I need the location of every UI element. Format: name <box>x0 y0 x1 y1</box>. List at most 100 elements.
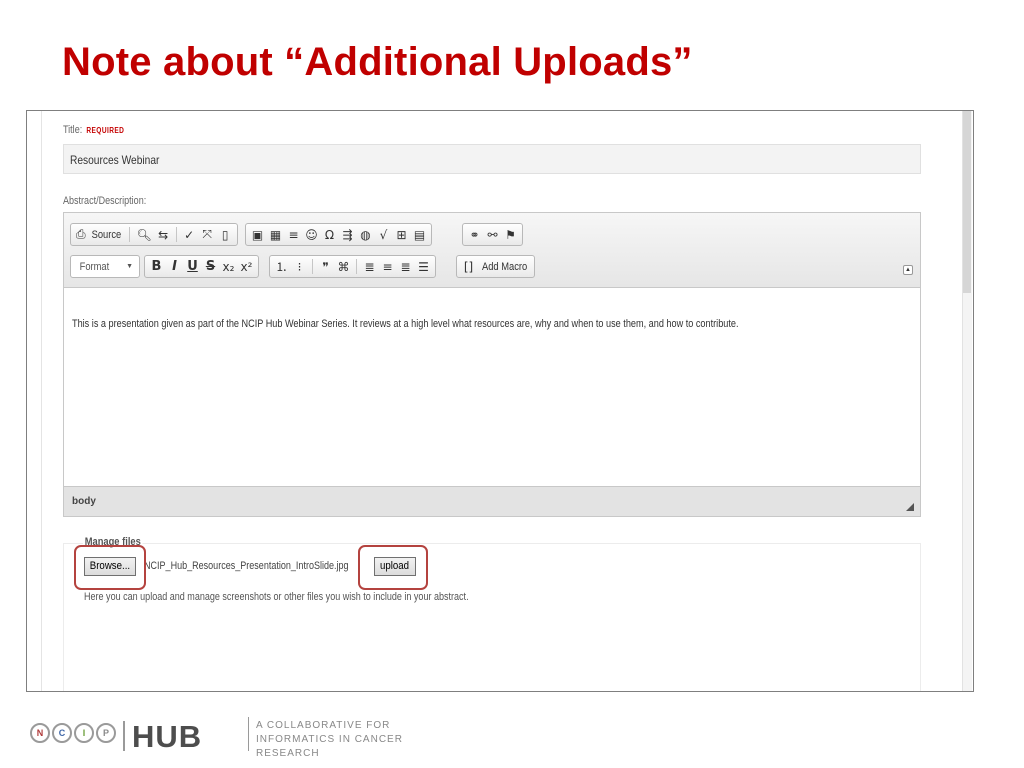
blockquote-list-button[interactable]: ⇶ <box>339 224 356 245</box>
special-char-button[interactable]: Ω <box>321 224 338 245</box>
editor-toolbar: ⎙ Source 🔍︎ ⇆ ✓ ⤧ ▯ ▣ ▦ ≡ ☺ Ω ⇶ ◍ √ ⊞ ▤ ⚭ ⚯ ⚑ Format ▼ BI… <box>64 213 920 288</box>
smiley-button[interactable]: ☺ <box>303 224 320 245</box>
browse-button-label: Browse... <box>89 560 131 572</box>
collapse-toolbar-button[interactable]: ▲ <box>903 265 913 275</box>
editor-content-area[interactable]: This is a presentation given as part of … <box>64 289 920 486</box>
align-center-button[interactable]: ≡ <box>379 256 396 277</box>
search-icon: 🔍︎ <box>136 227 152 242</box>
globe-button[interactable]: ◍ <box>357 224 374 245</box>
sqrt-icon: √ <box>379 227 388 242</box>
horizontal-rule-icon: ≡ <box>288 227 299 242</box>
bullet-list-button[interactable]: ⁝ <box>291 256 308 277</box>
numbered-list-button[interactable]: ⒈ <box>273 256 290 277</box>
slide-title: Note about “Additional Uploads” <box>62 40 693 84</box>
rich-text-editor[interactable]: ⎙ Source 🔍︎ ⇆ ✓ ⤧ ▯ ▣ ▦ ≡ ☺ Ω ⇶ ◍ √ ⊞ ▤ ⚭ ⚯ ⚑ Format ▼ BI… <box>63 212 921 517</box>
anchor-button[interactable]: ⚑ <box>502 224 519 245</box>
justify-button[interactable]: ☰ <box>415 256 432 277</box>
quote-button[interactable]: ❞ <box>317 256 334 277</box>
toolbar-separator <box>175 227 177 242</box>
ncip-letter-p: P <box>96 723 116 743</box>
toolbar-separator <box>129 227 131 242</box>
replace-button[interactable]: ⇆ <box>155 224 172 245</box>
strikethrough-button[interactable]: S <box>202 256 219 277</box>
superscript-button[interactable]: x² <box>238 256 255 277</box>
div-icon: ⌘ <box>337 259 350 274</box>
format-select[interactable]: Format ▼ <box>70 255 140 278</box>
title-label: Title: REQUIRED <box>63 124 124 136</box>
replace-icon: ⇆ <box>158 227 169 242</box>
underline-button[interactable]: U <box>184 256 201 277</box>
editor-status-bar: body <box>64 486 920 516</box>
grid-icon: ⊞ <box>396 227 407 242</box>
toolbar-group-document: ⎙ Source 🔍︎ ⇆ ✓ ⤧ ▯ <box>70 223 238 246</box>
page-button[interactable]: ▤ <box>411 224 428 245</box>
show-blocks-icon: ▯ <box>221 227 229 242</box>
toolbar-group-links: ⚭ ⚯ ⚑ <box>462 223 523 246</box>
add-macro-button[interactable]: [] Add Macro <box>456 255 536 278</box>
source-icon: ⎙ <box>76 227 86 241</box>
toolbar-separator <box>356 259 357 274</box>
tagline-line: A COLLABORATIVE FOR <box>256 720 391 731</box>
bullet-list-icon: ⁝ <box>297 259 302 274</box>
unlink-button[interactable]: ⚯ <box>484 224 501 245</box>
grid-button[interactable]: ⊞ <box>393 224 410 245</box>
link-button[interactable]: ⚭ <box>466 224 483 245</box>
align-left-button[interactable]: ≣ <box>361 256 378 277</box>
browse-button[interactable]: Browse... <box>84 557 136 576</box>
italic-button[interactable]: I <box>166 256 183 277</box>
align-left-icon: ≣ <box>364 259 375 274</box>
align-right-icon: ≣ <box>400 259 411 274</box>
underline-icon: U <box>187 259 198 274</box>
math-button[interactable]: √ <box>375 224 392 245</box>
source-button[interactable]: ⎙ Source <box>74 224 125 245</box>
unlink-icon: ⚯ <box>487 227 498 242</box>
strikethrough-icon: S <box>205 259 216 274</box>
find-button[interactable]: 🔍︎ <box>134 224 153 245</box>
toolbar-group-paragraph: ⒈ ⁝ ❞ ⌘ ≣ ≡ ≣ ☰ <box>269 255 436 278</box>
logo-tagline: A COLLABORATIVE FOR INFORMATICS IN CANCER… <box>256 719 403 761</box>
maximize-button[interactable]: ⤧ <box>199 224 216 245</box>
logo-divider-2 <box>248 717 249 751</box>
chevron-down-icon: ▼ <box>126 263 133 270</box>
tagline-line: RESEARCH <box>256 748 320 759</box>
horizontal-rule-button[interactable]: ≡ <box>285 224 302 245</box>
smiley-icon: ☺ <box>305 227 318 242</box>
omega-icon: Ω <box>324 227 335 242</box>
bold-button[interactable]: B <box>148 256 165 277</box>
div-button[interactable]: ⌘ <box>335 256 352 277</box>
upload-button-label: upload <box>380 560 410 572</box>
screenshot-frame: Title: REQUIRED Resources Webinar Abstra… <box>26 110 974 692</box>
manage-files-legend: Manage files <box>83 536 143 548</box>
add-macro-label: Add Macro <box>481 260 528 273</box>
toolbar-group-text-style: B I U Sx₂ x² <box>144 255 259 278</box>
table-button[interactable]: ▦ <box>267 224 284 245</box>
subscript-button[interactable]: x₂ <box>220 256 237 277</box>
globe-icon: ◍ <box>360 227 371 242</box>
spellcheck-icon: ✓ <box>184 227 195 242</box>
subscript-icon: x₂ <box>222 259 235 274</box>
tagline-line: INFORMATICS IN CANCER <box>256 734 403 745</box>
manage-files-panel: Manage files Browse... NCIP_Hub_Resource… <box>63 536 921 691</box>
scrollbar-thumb[interactable] <box>963 111 971 293</box>
image-icon: ▣ <box>251 227 264 242</box>
quote-icon: ❞ <box>322 259 329 274</box>
table-icon: ▦ <box>269 227 282 242</box>
list-indent-icon: ⇶ <box>342 227 353 242</box>
image-button[interactable]: ▣ <box>249 224 266 245</box>
align-right-button[interactable]: ≣ <box>397 256 414 277</box>
title-input[interactable]: Resources Webinar <box>63 144 921 174</box>
macro-brackets-icon: [] <box>463 259 474 274</box>
selected-file-name: NCIP_Hub_Resources_Presentation_IntroSli… <box>144 560 349 572</box>
abstract-body-text: This is a presentation given as part of … <box>72 318 739 330</box>
resize-grip-icon[interactable] <box>906 503 914 511</box>
element-path: body <box>72 496 96 507</box>
source-button-label: Source <box>91 228 121 241</box>
required-marker: REQUIRED <box>86 126 125 135</box>
upload-help-text: Here you can upload and manage screensho… <box>84 591 469 603</box>
spellcheck-button[interactable]: ✓ <box>181 224 198 245</box>
show-blocks-button[interactable]: ▯ <box>217 224 234 245</box>
align-center-icon: ≡ <box>382 259 393 274</box>
abstract-label: Abstract/Description: <box>63 195 147 207</box>
page-icon: ▤ <box>413 227 426 242</box>
upload-button[interactable]: upload <box>374 557 416 576</box>
